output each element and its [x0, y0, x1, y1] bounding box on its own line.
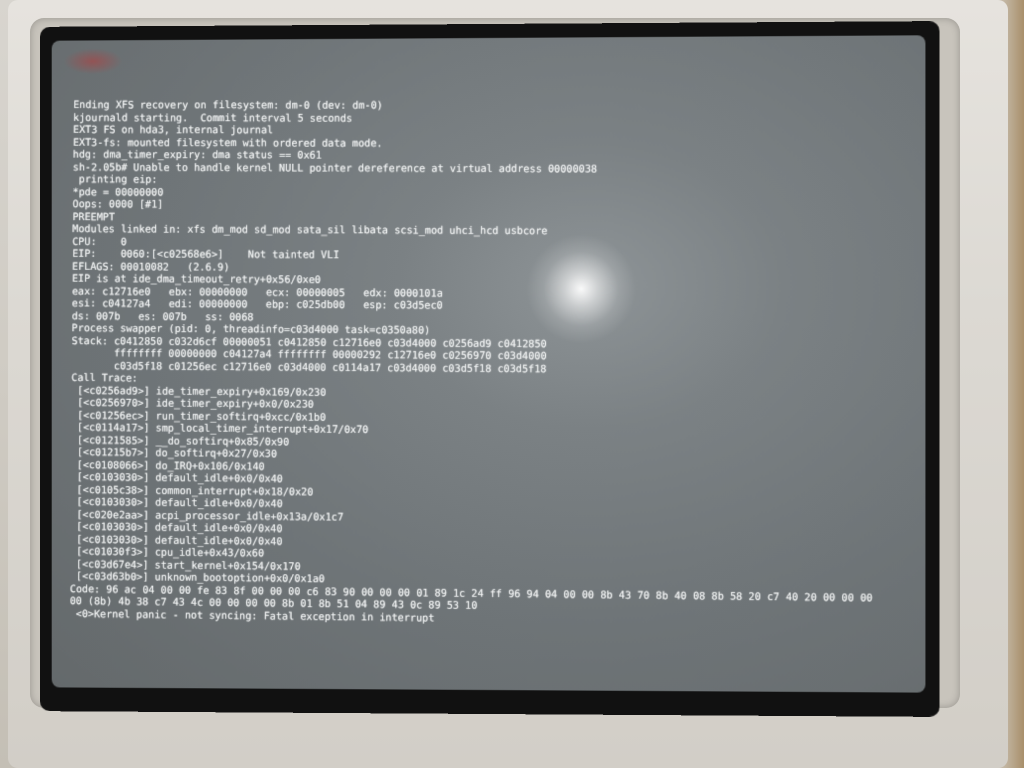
crt-screen: Ending XFS recovery on filesystem: dm-0 … [52, 35, 926, 692]
kernel-panic-console: Ending XFS recovery on filesystem: dm-0 … [70, 100, 876, 630]
monitor-photo: Ending XFS recovery on filesystem: dm-0 … [0, 0, 1024, 768]
screen-frame: Ending XFS recovery on filesystem: dm-0 … [40, 21, 940, 717]
console-line: Ending XFS recovery on filesystem: dm-0 … [73, 100, 876, 114]
screen-reflection [64, 48, 123, 74]
monitor-bezel: Ending XFS recovery on filesystem: dm-0 … [8, 0, 1008, 768]
